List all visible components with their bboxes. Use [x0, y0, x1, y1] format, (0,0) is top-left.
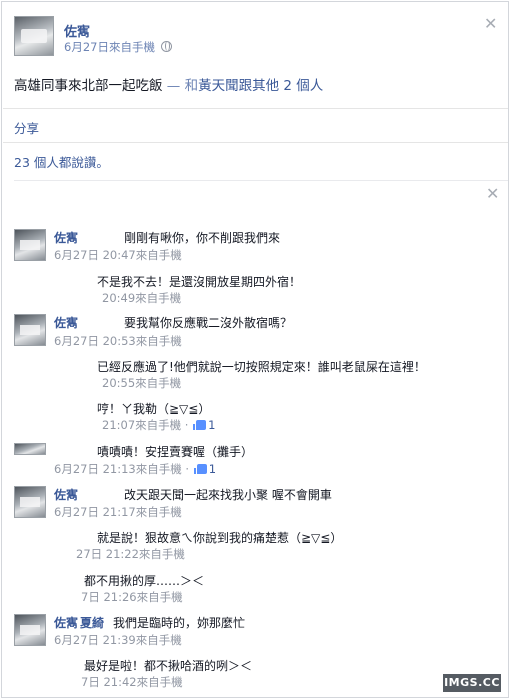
author-avatar[interactable] — [14, 16, 54, 56]
commenter-avatar[interactable] — [14, 229, 46, 261]
post-meta: 6月27日來自手機 — [64, 39, 172, 55]
comment: 已經反應過了!他們就說一切按照規定來！誰叫老鼠屎在這裡！ 20:55來自手機 — [14, 358, 494, 392]
likes-summary[interactable]: 23 個人都說讚。 — [14, 152, 109, 171]
comment-text: 哼！ㄚ我勒（≧▽≦） — [97, 402, 211, 416]
comment-meta: 21:07來自手機 · 1 — [102, 417, 215, 433]
comment: 佐寯 要我幫你反應戰二沒外散宿嗎？ 6月27日 20:53來自手機 — [14, 314, 494, 350]
post-text-with: — 和 — [166, 78, 199, 94]
thumbs-up-icon — [193, 464, 207, 474]
comment: 都不用揪的厚……＞＜ 7日 21:26來自手機 — [14, 572, 494, 606]
comment-meta[interactable]: 7日 21:42來自手機 — [81, 674, 183, 690]
comment-meta[interactable]: 20:55來自手機 — [102, 375, 181, 391]
comment: 佐寯 剛剛有啾你，你不削跟我們來 6月27日 20:47來自手機 — [14, 229, 494, 265]
comment-text: 最好是啦！都不揪哈酒的咧＞＜ — [84, 659, 253, 673]
post-header: 佐寯 6月27日來自手機 — [14, 16, 498, 60]
comment-meta[interactable]: 6月27日 21:39來自手機 — [54, 632, 182, 648]
commenter-avatar[interactable] — [14, 614, 46, 646]
comment-text: 嘖嘖嘖！安捏賣賽喔（攤手） — [97, 445, 254, 459]
comment-meta[interactable]: 6月27日 20:47來自手機 — [54, 247, 182, 263]
comment-text: 我們是臨時的，妳那麼忙 — [113, 616, 246, 630]
comment-meta[interactable]: 6月27日 21:17來自手機 — [54, 504, 182, 520]
globe-icon — [160, 41, 172, 52]
comment-meta[interactable]: 6月27日 20:53來自手機 — [54, 333, 182, 349]
comment-meta[interactable]: 27日 21:22來自手機 — [76, 546, 185, 562]
comment-text: 不是我不去！是還沒開放星期四外宿！ — [97, 275, 302, 289]
commenter-avatar[interactable] — [14, 443, 46, 455]
post-author-name[interactable]: 佐寯 — [64, 21, 90, 40]
comment-text: 就是說！狠故意ㄟ你說到我的痛楚惹（≧▽≦） — [97, 531, 343, 545]
comment-text: 都不用揪的厚……＞＜ — [84, 574, 205, 588]
post-card: 佐寯 6月27日來自手機 ✕ 高雄同事來北部一起吃飯 — 和黃天聞跟其他 2 個… — [1, 1, 509, 698]
close-icon[interactable]: ✕ — [486, 186, 499, 202]
comment-meta[interactable]: 20:49來自手機 — [102, 290, 181, 306]
tagged-friend-link[interactable]: 黃天聞 — [198, 78, 239, 94]
comment: 佐寯 改天跟天聞一起來找我小聚 喔不會開車 6月27日 21:17來自手機 — [14, 486, 494, 522]
commenter-name[interactable]: 夏綺 — [80, 614, 104, 631]
comment-meta: 6月27日 21:13來自手機 · 1 — [54, 461, 216, 477]
divider — [3, 142, 508, 143]
commenter-avatar[interactable] — [14, 486, 46, 518]
thumbs-up-icon — [193, 420, 207, 430]
others-link[interactable]: 跟其他 2 個人 — [239, 78, 324, 94]
comment-text: 已經反應過了!他們就說一切按照規定來！誰叫老鼠屎在這裡！ — [97, 360, 426, 374]
post-timestamp[interactable]: 6月27日來自手機 — [64, 40, 155, 54]
comment: 不是我不去！是還沒開放星期四外宿！ 20:49來自手機 — [14, 273, 494, 307]
close-icon[interactable]: ✕ — [484, 16, 497, 32]
comment-text: 要我幫你反應戰二沒外散宿嗎？ — [124, 316, 293, 330]
comment-text: 改天跟天聞一起來找我小聚 喔不會開車 — [124, 488, 332, 502]
comment-like-count[interactable]: 1 — [208, 418, 215, 432]
comment: 就是說！狠故意ㄟ你說到我的痛楚惹（≧▽≦） 27日 21:22來自手機 — [14, 529, 494, 563]
comment-timestamp[interactable]: 21:07來自手機 · — [102, 418, 192, 432]
share-link[interactable]: 分享 — [14, 118, 39, 137]
commenter-name[interactable]: 佐寯 — [54, 229, 78, 246]
commenter-avatar[interactable] — [14, 314, 46, 346]
comment-like-count[interactable]: 1 — [209, 462, 216, 476]
comment: 嘖嘖嘖！安捏賣賽喔（攤手） 6月27日 21:13來自手機 · 1 — [14, 443, 494, 477]
comment: 佐寯 夏綺 我們是臨時的，妳那麼忙 6月27日 21:39來自手機 — [14, 614, 494, 650]
commenter-name[interactable]: 佐寯 — [54, 614, 78, 631]
comment: 哼！ㄚ我勒（≧▽≦） 21:07來自手機 · 1 — [14, 400, 494, 434]
comment-timestamp[interactable]: 6月27日 21:13來自手機 · — [54, 462, 193, 476]
post-text-main: 高雄同事來北部一起吃飯 — [14, 78, 163, 94]
comment-text: 剛剛有啾你，你不削跟我們來 — [124, 231, 281, 245]
comment: 最好是啦！都不揪哈酒的咧＞＜ 7日 21:42來自手機 — [14, 657, 494, 691]
comment-meta[interactable]: 7日 21:26來自手機 — [81, 589, 183, 605]
divider — [3, 108, 508, 109]
commenter-name[interactable]: 佐寯 — [54, 486, 78, 503]
watermark-badge: IMGS.CC — [443, 674, 501, 692]
post-text: 高雄同事來北部一起吃飯 — 和黃天聞跟其他 2 個人 — [14, 74, 323, 94]
commenter-name[interactable]: 佐寯 — [54, 314, 78, 331]
